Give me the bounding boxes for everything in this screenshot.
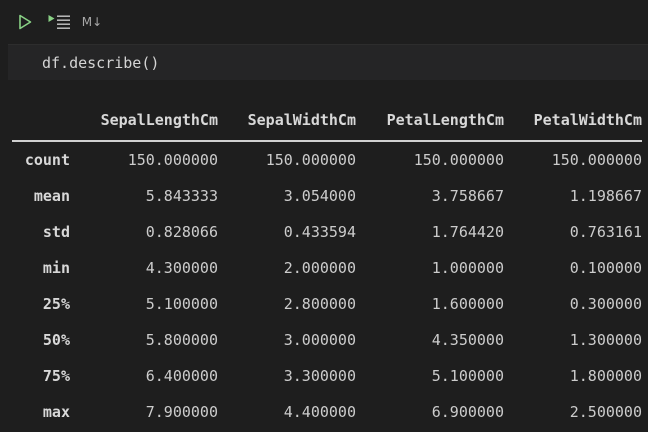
table-cell: 6.900000 (431, 403, 504, 421)
row-index: std (42, 223, 70, 241)
cell-output: SepalLengthCm SepalWidthCm PetalLengthCm… (12, 100, 648, 430)
table-cell: 6.400000 (145, 367, 218, 385)
table-cell: 1.000000 (431, 259, 504, 277)
row-index: min (42, 259, 70, 277)
notebook-cell: M↓ df.describe() SepalLengthCm SepalWidt… (0, 0, 648, 432)
table-row: std 0.828066 0.433594 1.764420 0.763161 (12, 214, 642, 250)
table-cell: 1.764420 (431, 223, 504, 241)
run-below-button[interactable] (46, 12, 72, 32)
table-cell: 2.000000 (283, 259, 356, 277)
table-cell: 3.054000 (283, 187, 356, 205)
table-cell: 7.900000 (145, 403, 218, 421)
column-header: SepalLengthCm (70, 100, 218, 142)
table-cell: 2.500000 (569, 403, 642, 421)
row-index: count (24, 151, 70, 169)
table-row: min 4.300000 2.000000 1.000000 0.100000 (12, 250, 642, 286)
code-editor[interactable]: df.describe() (8, 44, 648, 80)
table-cell: 4.400000 (283, 403, 356, 421)
table-row: mean 5.843333 3.054000 3.758667 1.198667 (12, 178, 642, 214)
table-cell: 5.100000 (145, 295, 218, 313)
column-header: SepalWidthCm (218, 100, 356, 142)
table-cell: 0.433594 (283, 223, 356, 241)
table-cell: 5.800000 (145, 331, 218, 349)
table-row: 75% 6.400000 3.300000 5.100000 1.800000 (12, 358, 642, 394)
markdown-toggle-button[interactable]: M↓ (80, 12, 104, 32)
table-cell: 150.000000 (551, 151, 642, 169)
column-header: PetalWidthCm (504, 100, 642, 142)
table-row: 25% 5.100000 2.800000 1.600000 0.300000 (12, 286, 642, 322)
table-cell: 3.300000 (283, 367, 356, 385)
dataframe-table: SepalLengthCm SepalWidthCm PetalLengthCm… (12, 100, 642, 430)
table-row: max 7.900000 4.400000 6.900000 2.500000 (12, 394, 642, 430)
row-index: 25% (42, 295, 70, 313)
table-cell: 3.000000 (283, 331, 356, 349)
table-cell: 4.300000 (145, 259, 218, 277)
table-cell: 0.300000 (569, 295, 642, 313)
cell-toolbar: M↓ (0, 0, 648, 44)
table-cell: 150.000000 (265, 151, 356, 169)
table-cell: 4.350000 (431, 331, 504, 349)
code-line[interactable]: df.describe() (42, 53, 159, 73)
table-cell: 1.198667 (569, 187, 642, 205)
index-header (12, 100, 70, 142)
row-index: 75% (42, 367, 70, 385)
table-cell: 1.600000 (431, 295, 504, 313)
table-cell: 1.300000 (569, 331, 642, 349)
table-cell: 3.758667 (431, 187, 504, 205)
table-header-row: SepalLengthCm SepalWidthCm PetalLengthCm… (12, 100, 642, 142)
row-index: 50% (42, 331, 70, 349)
table-cell: 5.843333 (145, 187, 218, 205)
run-cell-button[interactable] (16, 12, 34, 32)
column-header: PetalLengthCm (356, 100, 504, 142)
play-icon (19, 14, 32, 30)
table-row: 50% 5.800000 3.000000 4.350000 1.300000 (12, 322, 642, 358)
row-index: mean (33, 187, 70, 205)
table-cell: 150.000000 (413, 151, 504, 169)
table-row: count 150.000000 150.000000 150.000000 1… (12, 141, 642, 178)
table-cell: 5.100000 (431, 367, 504, 385)
markdown-label: M↓ (81, 15, 103, 29)
run-below-icon (48, 15, 70, 29)
table-cell: 0.763161 (569, 223, 642, 241)
table-cell: 2.800000 (283, 295, 356, 313)
table-cell: 0.100000 (569, 259, 642, 277)
row-index: max (42, 403, 70, 421)
table-cell: 150.000000 (127, 151, 218, 169)
table-cell: 1.800000 (569, 367, 642, 385)
table-cell: 0.828066 (145, 223, 218, 241)
